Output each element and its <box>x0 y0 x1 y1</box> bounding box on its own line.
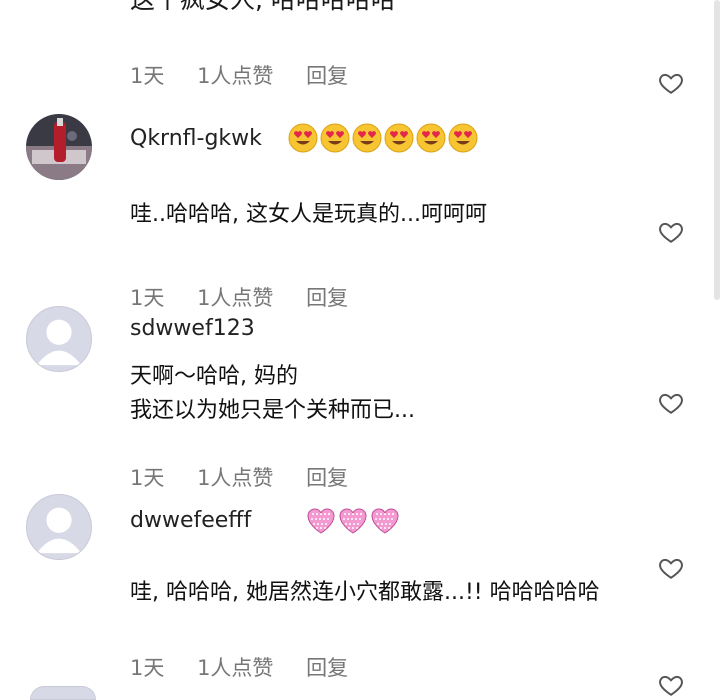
username[interactable]: Qkrnfl-gkwk <box>130 126 262 151</box>
emoji-row <box>306 506 400 536</box>
comment-time: 1天 <box>130 286 165 310</box>
default-avatar-icon <box>36 507 82 554</box>
heart-eyes-emoji-icon <box>448 123 478 153</box>
comment-likes[interactable]: 1人点赞 <box>197 286 273 310</box>
comment-likes[interactable]: 1人点赞 <box>197 64 273 88</box>
heart-eyes-emoji-icon <box>288 123 318 153</box>
avatar-partial[interactable] <box>30 686 96 700</box>
heart-eyes-emoji-icon <box>416 123 446 153</box>
heart-outline-icon[interactable] <box>658 672 684 698</box>
username[interactable]: dwwefeefff <box>130 508 251 533</box>
username[interactable]: sdwwef123 <box>130 316 255 341</box>
comment-meta: 1天 1人点赞 回复 <box>130 60 374 90</box>
emoji-row <box>288 123 478 153</box>
avatar[interactable] <box>26 494 92 560</box>
avatar[interactable] <box>26 114 92 180</box>
heart-eyes-emoji-icon <box>352 123 382 153</box>
sparkling-heart-icon <box>371 508 399 534</box>
sparkling-heart-icon <box>307 508 335 534</box>
comment-time: 1天 <box>130 466 165 490</box>
comment-meta: 1天 1人点赞 回复 <box>130 282 374 312</box>
comment-likes[interactable]: 1人点赞 <box>197 656 273 680</box>
comment-text-partial: 这个疯女人, 哈哈哈哈哈 <box>130 0 396 16</box>
avatar[interactable] <box>26 306 92 372</box>
comment-time: 1天 <box>130 64 165 88</box>
comment-text: 哇, 哈哈哈, 她居然连小穴都敢露...!! 哈哈哈哈哈 <box>130 580 600 605</box>
heart-eyes-emoji-icon <box>320 123 350 153</box>
comment-likes[interactable]: 1人点赞 <box>197 466 273 490</box>
heart-outline-icon[interactable] <box>658 390 684 416</box>
comment-text-line-1: 天啊～哈哈, 妈的 <box>130 364 298 389</box>
heart-outline-icon[interactable] <box>658 555 684 581</box>
comment-text-line-2: 我还以为她只是个关种而已... <box>130 398 415 423</box>
sparkling-heart-icon <box>339 508 367 534</box>
comment-meta: 1天 1人点赞 回复 <box>130 652 374 682</box>
reply-button[interactable]: 回复 <box>306 466 348 490</box>
heart-eyes-emoji-icon <box>384 123 414 153</box>
heart-outline-icon[interactable] <box>658 70 684 96</box>
comment-time: 1天 <box>130 656 165 680</box>
default-avatar-icon <box>36 319 82 366</box>
reply-button[interactable]: 回复 <box>306 656 348 680</box>
heart-outline-icon[interactable] <box>658 219 684 245</box>
reply-button[interactable]: 回复 <box>306 64 348 88</box>
reply-button[interactable]: 回复 <box>306 286 348 310</box>
comment-meta: 1天 1人点赞 回复 <box>130 462 374 492</box>
comment-text: 哇..哈哈哈, 这女人是玩真的...呵呵呵 <box>130 202 487 227</box>
scrollbar[interactable] <box>714 0 720 300</box>
